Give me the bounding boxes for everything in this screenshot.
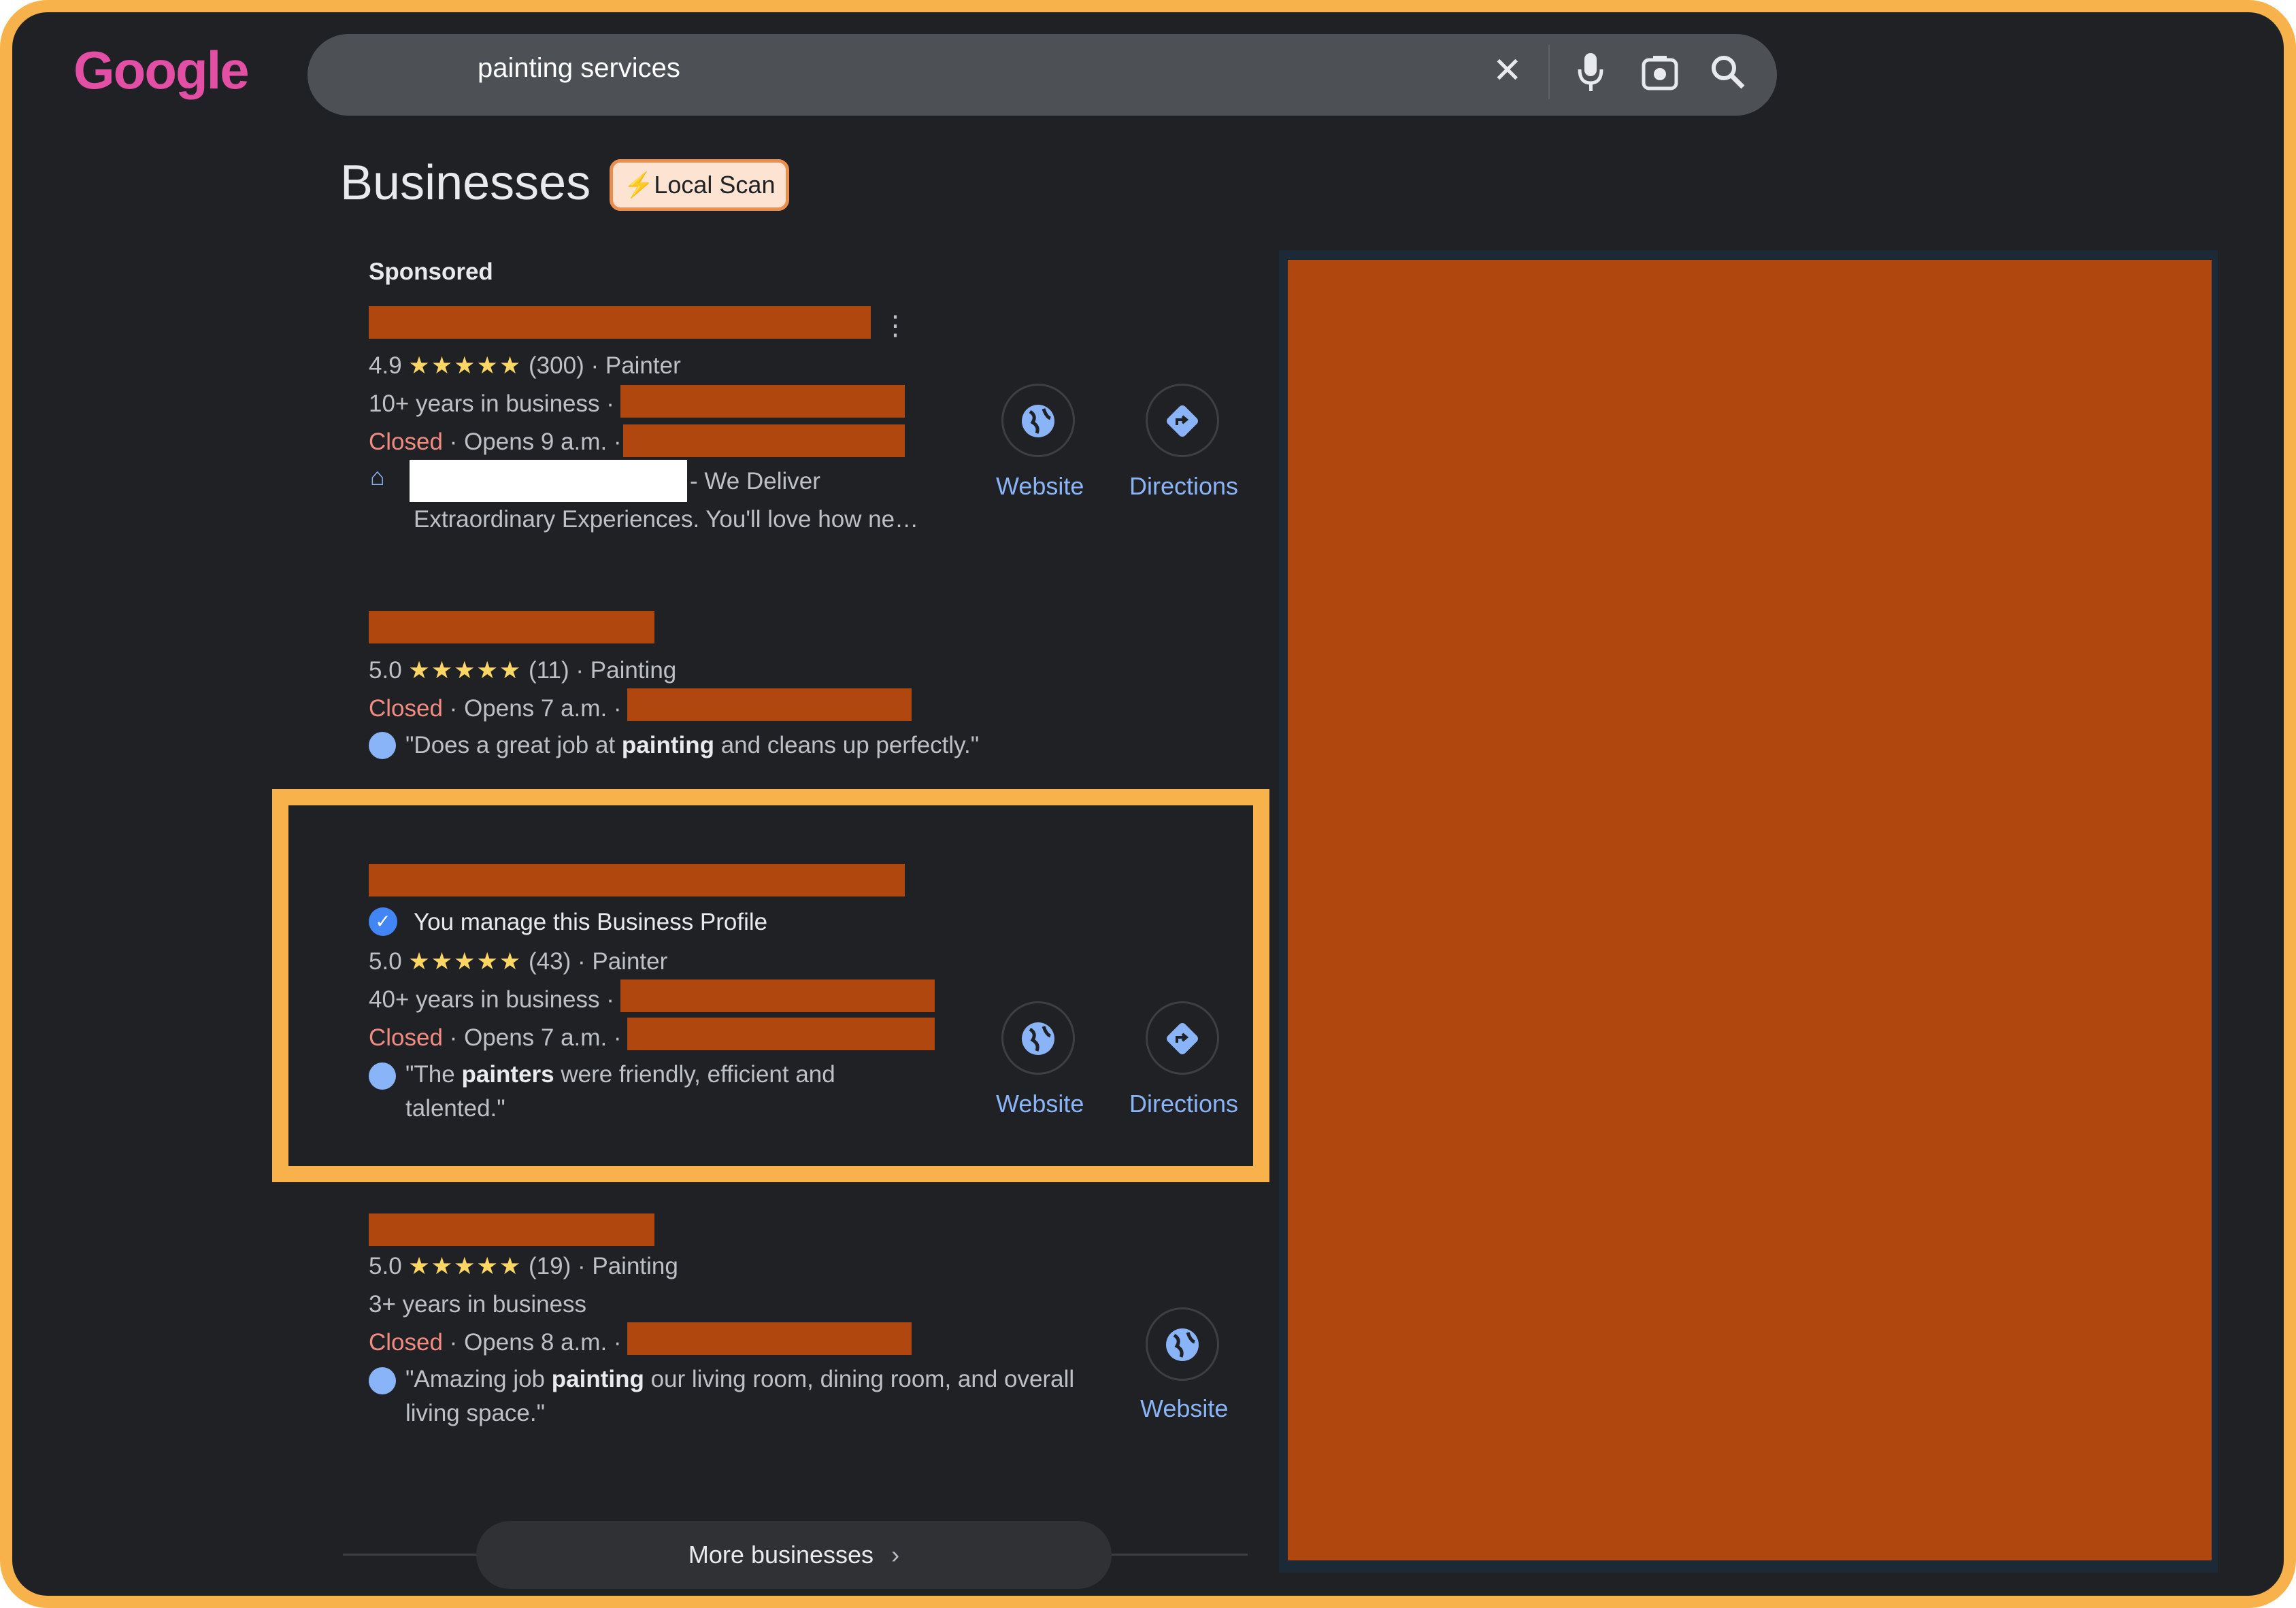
reviewer-avatar-icon	[369, 1062, 396, 1090]
search-input[interactable]: painting services	[478, 53, 680, 84]
phone-redacted	[627, 688, 912, 721]
business-name-redacted[interactable]	[369, 306, 871, 339]
website-button[interactable]: Website	[996, 472, 1084, 501]
business-name-redacted[interactable]	[369, 611, 654, 643]
listing-3-hours: Closed · Opens 7 a.m. ·	[369, 1024, 622, 1051]
listing-3-rating-row: 5.0 ★★★★★ (43) · Painter	[369, 948, 668, 975]
phone-redacted	[627, 1322, 912, 1355]
directions-button[interactable]: Directions	[1129, 1090, 1238, 1118]
business-name-redacted[interactable]	[369, 864, 905, 897]
listing-4-hours: Closed · Opens 8 a.m. ·	[369, 1329, 622, 1356]
search-divider	[1548, 45, 1550, 99]
listing-1-years: 10+ years in business ·	[369, 390, 614, 417]
business-name-redacted[interactable]	[369, 1213, 654, 1246]
more-options-icon[interactable]: ⋮	[882, 310, 909, 341]
storefront-icon: ⌂	[370, 463, 385, 490]
chevron-right-icon: ›	[891, 1541, 900, 1569]
search-icon[interactable]	[1709, 53, 1747, 95]
website-button[interactable]: Website	[1140, 1394, 1228, 1423]
screenshot-frame: Google painting services ✕ Businesses ⚡L…	[0, 0, 2296, 1608]
address-redacted	[620, 385, 905, 418]
local-scan-label: Local Scan	[654, 171, 776, 199]
close-icon[interactable]: ✕	[1493, 50, 1523, 91]
listing-1-desc-line2: Extraordinary Experiences. You'll love h…	[414, 506, 919, 533]
listing-4-review-line2: living space."	[405, 1400, 546, 1426]
listing-1-desc: - We Deliver	[690, 468, 820, 495]
listing-1-rating-row: 4.9 ★★★★★ (300) · Painter	[369, 352, 681, 379]
listing-4-review: "Amazing job painting our living room, d…	[405, 1366, 1075, 1392]
directions-button[interactable]: Directions	[1129, 472, 1238, 501]
bolt-icon: ⚡	[623, 171, 654, 199]
listing-2-review: "Does a great job at painting and cleans…	[405, 732, 980, 758]
reviewer-avatar-icon	[369, 1367, 396, 1394]
globe-icon[interactable]	[1001, 384, 1075, 457]
description-redacted	[410, 460, 687, 502]
google-logo[interactable]: Google	[73, 39, 250, 101]
globe-icon[interactable]	[1146, 1307, 1219, 1381]
globe-icon[interactable]	[1001, 1001, 1075, 1075]
listing-3-review-line2: talented."	[405, 1095, 505, 1122]
directions-icon[interactable]	[1146, 384, 1219, 457]
managed-profile-text: You manage this Business Profile	[414, 909, 768, 935]
more-businesses-button[interactable]: More businesses ›	[476, 1521, 1112, 1589]
address-redacted	[620, 979, 935, 1012]
page: Google painting services ✕ Businesses ⚡L…	[0, 0, 2296, 1608]
camera-lens-icon[interactable]	[1641, 54, 1679, 95]
directions-icon[interactable]	[1146, 1001, 1219, 1075]
map-redacted[interactable]	[1288, 260, 2212, 1560]
mic-icon[interactable]	[1577, 52, 1604, 97]
website-button[interactable]: Website	[996, 1090, 1084, 1118]
phone-redacted	[627, 1018, 935, 1050]
listing-1-hours: Closed · Opens 9 a.m. ·	[369, 429, 622, 455]
listing-3-years: 40+ years in business ·	[369, 986, 614, 1013]
verified-check-icon: ✓	[369, 907, 397, 936]
local-scan-badge[interactable]: ⚡Local Scan	[610, 159, 789, 211]
listing-4-rating-row: 5.0 ★★★★★ (19) · Painting	[369, 1253, 678, 1279]
phone-redacted	[623, 424, 905, 457]
reviewer-avatar-icon	[369, 732, 396, 759]
listing-3-review: "The painters were friendly, efficient a…	[405, 1061, 835, 1088]
businesses-heading: Businesses	[340, 156, 591, 210]
listing-2-rating-row: 5.0 ★★★★★ (11) · Painting	[369, 657, 677, 684]
listing-2-hours: Closed · Opens 7 a.m. ·	[369, 695, 622, 722]
listing-4-years: 3+ years in business	[369, 1291, 587, 1318]
sponsored-label: Sponsored	[369, 258, 493, 285]
